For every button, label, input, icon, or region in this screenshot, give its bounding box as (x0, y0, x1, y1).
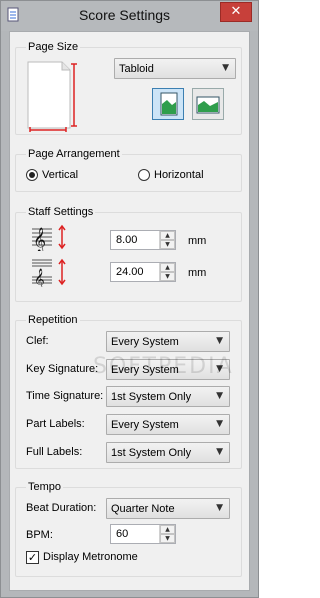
system-spacing-down-button[interactable]: ▼ (160, 272, 175, 281)
window-title: Score Settings (78, 7, 171, 23)
landscape-page-icon (196, 96, 220, 114)
chevron-down-icon: ▼ (216, 419, 223, 429)
staff-settings-title: Staff Settings (26, 206, 96, 218)
title-bar[interactable]: Score Settings ✕ (1, 1, 258, 31)
system-spacing-unit: mm (188, 267, 207, 279)
chevron-down-icon: ▼ (216, 447, 223, 457)
staff-spacing-up-button[interactable]: ▲ (160, 231, 175, 240)
bpm-stepper[interactable]: 60 ▲ ▼ (110, 524, 176, 544)
page-arrangement-title: Page Arrangement (26, 148, 122, 160)
system-spacing-stepper[interactable]: 24.00 ▲ ▼ (110, 262, 176, 282)
bpm-label: BPM: (26, 529, 53, 541)
beat-duration-value: Quarter Note (111, 503, 175, 515)
time-signature-label: Time Signature: (26, 390, 104, 402)
tempo-group: Tempo Beat Duration: Quarter Note ▼ BPM:… (15, 481, 242, 577)
page-preview-icon (27, 61, 77, 132)
horizontal-label: Horizontal (154, 169, 204, 181)
portrait-button[interactable] (152, 88, 184, 120)
clef-label: Clef: (26, 335, 49, 347)
chevron-down-icon: ▼ (222, 63, 229, 73)
staff-spacing-value: 8.00 (116, 234, 138, 246)
bpm-down-button[interactable]: ▼ (160, 534, 175, 543)
tempo-title: Tempo (26, 481, 64, 493)
bpm-up-button[interactable]: ▲ (160, 525, 175, 534)
score-settings-window: Score Settings ✕ Page Size Tabloid ▼ Pag… (0, 0, 259, 598)
clef-value: Every System (111, 336, 179, 348)
chevron-down-icon: ▼ (216, 336, 223, 346)
staff-settings-group: Staff Settings 𝄞 𝄞 8.00 ▲ ▼ mm 24.00 ▲ ▼… (15, 206, 242, 302)
app-icon (7, 7, 19, 22)
time-signature-dropdown[interactable]: 1st System Only ▼ (106, 386, 230, 407)
part-labels-dropdown[interactable]: Every System ▼ (106, 414, 230, 435)
system-spacing-icon: 𝄞 (32, 258, 66, 287)
landscape-button[interactable] (192, 88, 224, 120)
svg-text:𝄞: 𝄞 (33, 227, 46, 251)
clef-dropdown[interactable]: Every System ▼ (106, 331, 230, 352)
full-labels-dropdown[interactable]: 1st System Only ▼ (106, 442, 230, 463)
page-size-dropdown[interactable]: Tabloid ▼ (114, 58, 236, 79)
display-metronome-label: Display Metronome (43, 551, 138, 563)
chevron-down-icon: ▼ (216, 503, 223, 513)
staff-spacing-stepper[interactable]: 8.00 ▲ ▼ (110, 230, 176, 250)
page-size-title: Page Size (26, 41, 81, 53)
staff-spacing-icon: 𝄞 (32, 224, 66, 251)
repetition-group: Repetition Clef: Every System ▼ Key Sign… (15, 314, 242, 469)
time-signature-value: 1st System Only (111, 391, 192, 403)
beat-duration-label: Beat Duration: (26, 502, 97, 514)
system-spacing-up-button[interactable]: ▲ (160, 263, 175, 272)
watermark: SOFTPEDIA (93, 354, 234, 379)
svg-text:𝄞: 𝄞 (34, 269, 45, 287)
part-labels-value: Every System (111, 419, 179, 431)
key-signature-label: Key Signature: (26, 363, 99, 375)
vertical-label: Vertical (42, 169, 79, 181)
system-spacing-value: 24.00 (116, 266, 144, 278)
staff-spacing-down-button[interactable]: ▼ (160, 240, 175, 249)
repetition-title: Repetition (26, 314, 80, 326)
horizontal-radio[interactable] (138, 169, 150, 181)
vertical-radio[interactable] (26, 169, 38, 181)
portrait-page-icon (160, 92, 178, 116)
bpm-value: 60 (116, 528, 129, 540)
page-size-value: Tabloid (119, 63, 154, 75)
part-labels-label: Part Labels: (26, 418, 85, 430)
page-arrangement-group: Page Arrangement Vertical Horizontal (15, 148, 242, 192)
page-size-group: Page Size Tabloid ▼ (15, 41, 242, 135)
beat-duration-dropdown[interactable]: Quarter Note ▼ (106, 498, 230, 519)
chevron-down-icon: ▼ (216, 391, 223, 401)
close-button[interactable]: ✕ (220, 2, 252, 22)
full-labels-label: Full Labels: (26, 446, 83, 458)
display-metronome-checkbox[interactable]: ✓ (26, 551, 39, 564)
staff-spacing-unit: mm (188, 235, 207, 247)
full-labels-value: 1st System Only (111, 447, 192, 459)
